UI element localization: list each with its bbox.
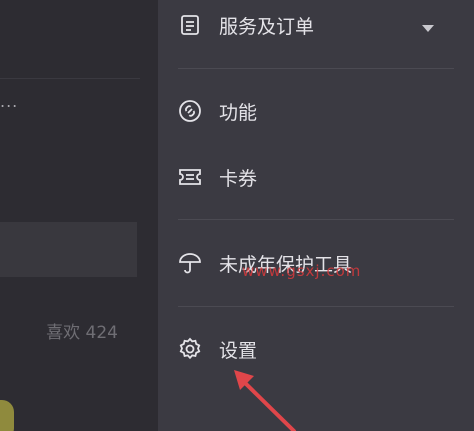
link-icon — [178, 99, 202, 123]
screen: ... 喜欢 424 服务及订单 功能 卡券 未成年保护工具 设置 www.gs… — [0, 0, 474, 431]
watermark: www.gsxj.com — [242, 262, 362, 280]
floating-button[interactable] — [0, 400, 14, 431]
menu-label: 卡券 — [219, 167, 258, 190]
content-card[interactable] — [0, 222, 137, 277]
chevron-down-icon[interactable] — [422, 25, 434, 32]
menu-label: 功能 — [219, 101, 258, 124]
annotation-arrow-icon — [234, 370, 296, 431]
divider — [178, 306, 454, 307]
document-icon — [178, 13, 202, 37]
likes-count: 喜欢 424 — [46, 323, 118, 343]
umbrella-icon — [178, 251, 202, 275]
gear-icon — [178, 337, 202, 361]
menu-item-services-orders[interactable]: 服务及订单 — [178, 5, 454, 45]
menu-item-settings[interactable]: 设置 — [178, 329, 257, 369]
divider — [0, 78, 140, 79]
divider — [178, 68, 454, 69]
menu-label: 设置 — [219, 339, 258, 362]
more-dots[interactable]: ... — [0, 92, 18, 111]
side-drawer: 服务及订单 功能 卡券 未成年保护工具 设置 — [158, 0, 474, 431]
divider — [178, 219, 454, 220]
ticket-icon — [178, 165, 202, 189]
menu-item-features[interactable]: 功能 — [178, 91, 257, 131]
menu-item-coupons[interactable]: 卡券 — [178, 157, 257, 197]
background-page[interactable]: ... 喜欢 424 — [0, 0, 158, 431]
menu-label: 服务及订单 — [219, 15, 315, 38]
